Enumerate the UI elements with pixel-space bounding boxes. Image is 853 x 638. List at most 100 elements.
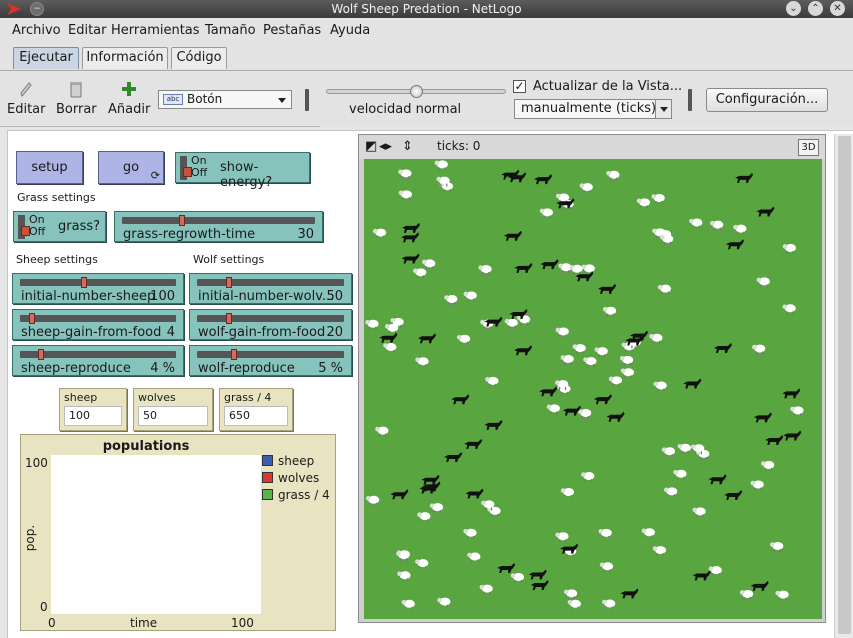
maximize-icon[interactable]: ⌃ [808,1,823,16]
speed-slider-knob[interactable] [410,85,423,98]
wolf-agent [514,345,533,356]
slider-name: sheep-reproduce [21,361,131,376]
wolf-agent [782,388,801,399]
wolf-agent [783,430,802,441]
sheep-agent [415,357,429,368]
sheep-agent [761,460,775,471]
close-icon[interactable]: ✕ [830,1,845,16]
wolf-agent [539,386,558,397]
wolf-agent [735,172,754,183]
menu-pestanas[interactable]: Pestañas [263,23,321,38]
world-canvas[interactable] [364,159,822,619]
plus-icon [122,82,136,96]
menu-editar[interactable]: Editar [68,23,107,38]
3d-view-button[interactable]: 3D [798,139,819,156]
add-button[interactable]: Añadir [108,80,150,117]
wolf-reproduce-slider[interactable]: wolf-reproduce 5 % [189,345,352,376]
tab-ejecutar[interactable]: Ejecutar [13,47,79,69]
slider-name: sheep-gain-from-food [21,325,162,340]
sheep-reproduce-slider[interactable]: sheep-reproduce 4 % [12,345,184,376]
legend-item-grass: grass / 4 [262,488,330,502]
menu-ayuda[interactable]: Ayuda [330,23,370,38]
go-button[interactable]: go ⟳ [98,151,164,184]
vertical-scrollbar[interactable] [834,134,853,638]
netlogo-logo-icon [7,3,21,15]
view-contrast-icon[interactable]: ◩ [365,140,377,153]
setup-label: setup [31,160,68,175]
grass-regrowth-time-slider[interactable]: grass-regrowth-time 30 [114,211,323,242]
sheep-agent [677,443,691,454]
menu-herramientas[interactable]: Herramientas [111,23,200,38]
minimize-icon[interactable]: ⌄ [786,1,801,16]
update-mode-select[interactable]: manualmente (ticks) [514,99,672,119]
menu-archivo[interactable]: Archivo [12,23,61,38]
tab-codigo[interactable]: Código [171,47,227,69]
sheep-agent [429,503,444,514]
sheep-agent [652,546,667,557]
legend-swatch [262,472,273,483]
wolf-agent [514,262,533,273]
slider-thumb[interactable] [178,215,185,226]
sheep-agent [510,573,525,584]
wolf-agent [593,394,612,405]
scrollbar-thumb[interactable] [838,136,851,634]
widget-type-select[interactable]: abc Botón [158,90,292,109]
tab-informacion[interactable]: Información [82,47,168,69]
initial-number-sheep-slider[interactable]: initial-number-sheep 100 [12,273,184,304]
wolf-agent [465,488,484,499]
slider-value: 5 % [318,361,343,376]
sheep-agent [594,347,608,358]
initial-number-wolves-slider[interactable]: initial-number-wolv... 50 [189,273,352,304]
settings-button[interactable]: Configuración... [706,88,828,112]
plot-y-label: pop. [23,524,38,552]
slider-thumb[interactable] [231,349,238,360]
sheep-agent [560,488,575,499]
sheep-agent [463,291,477,302]
sheep-monitor: sheep 100 [59,388,127,431]
sheep-gain-from-food-slider[interactable]: sheep-gain-from-food 4 [12,309,184,340]
wolf-agent [497,563,516,574]
sheep-agent [602,306,617,317]
slider-thumb[interactable] [80,277,87,288]
grass-switch[interactable]: On Off grass? [13,211,106,242]
show-energy-switch[interactable]: On Off show-energy? [175,152,310,190]
wolf-agent [418,333,437,344]
monitor-label: grass / 4 [224,391,272,404]
sheep-agent [413,268,427,279]
slider-thumb[interactable] [225,313,232,324]
sheep-agent [415,559,429,570]
sheep-agent [782,304,796,315]
wolf-agent [540,259,559,270]
sheep-agent [417,512,431,523]
slider-track [20,279,176,286]
wolf-agent [724,489,743,500]
sheep-agent [661,447,676,458]
sheep-agent [485,376,499,387]
view-height-icon[interactable]: ⇕ [402,140,413,153]
edit-button[interactable]: Editar [7,80,46,117]
wolf-gain-from-food-slider[interactable]: wolf-gain-from-food 20 [189,309,352,340]
grass-monitor: grass / 4 650 [219,388,293,431]
grass-switch-label: grass? [58,219,101,234]
slider-thumb[interactable] [29,313,36,324]
setup-button[interactable]: setup [16,151,83,184]
wolf-agent [379,332,398,343]
sheep-agent [437,597,451,608]
sheep-agent [663,487,678,498]
menu-tamano[interactable]: Tamaño [205,23,256,38]
view-updates-checkbox[interactable]: ✓ [513,80,526,93]
wolf-agent [598,283,617,294]
sheep-agent [383,343,397,354]
add-label: Añadir [108,102,151,117]
sheep-agent [398,169,412,180]
slider-value: 100 [150,289,175,304]
slider-thumb[interactable] [38,349,45,360]
slider-track [20,315,176,322]
monitor-label: wolves [138,391,176,404]
view-resize-icon[interactable]: ◂▸ [379,140,392,153]
slider-thumb[interactable] [225,277,232,288]
view-toolbar: ◩ ◂▸ ⇕ ticks: 0 3D [359,135,825,159]
speed-label: velocidad normal [349,102,462,117]
delete-button[interactable]: Borrar [56,80,97,117]
window-menu-icon[interactable]: − [30,2,44,16]
